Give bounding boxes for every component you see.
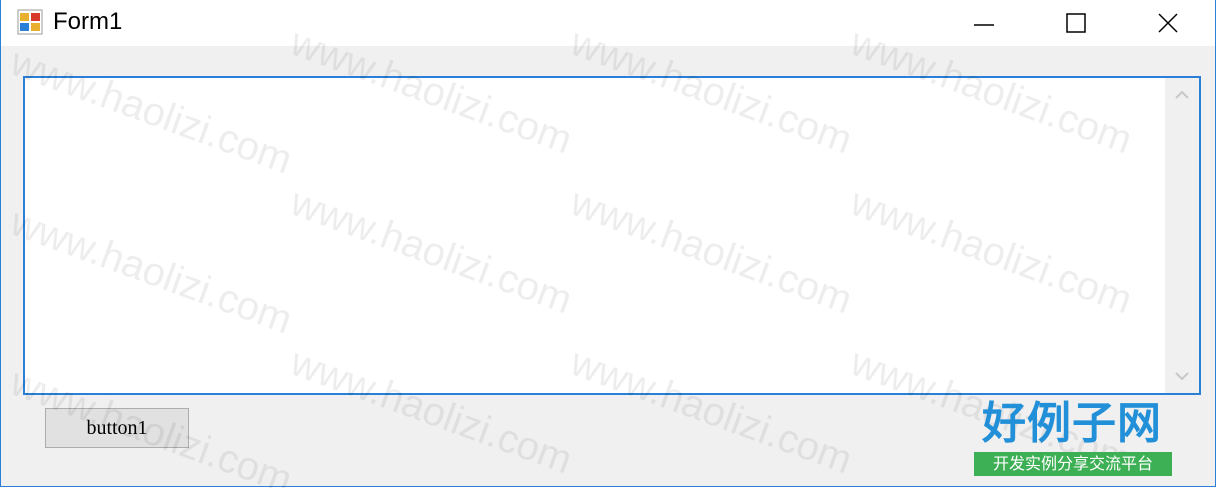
multiline-textbox[interactable]	[23, 76, 1201, 395]
logo-main-text: 好例子网	[982, 398, 1162, 449]
scroll-down-icon[interactable]	[1173, 369, 1191, 383]
minimize-button[interactable]	[961, 0, 1007, 46]
maximize-icon	[1066, 13, 1086, 33]
minimize-icon	[974, 24, 994, 26]
button1[interactable]: button1	[45, 408, 189, 448]
close-icon	[1158, 13, 1178, 33]
logo-sub-text: 开发实例分享交流平台	[974, 452, 1172, 476]
window-title: Form1	[53, 8, 123, 35]
scroll-up-icon[interactable]	[1173, 88, 1191, 102]
title-bar[interactable]: Form1	[1, 0, 1215, 46]
vertical-scrollbar[interactable]	[1165, 78, 1199, 393]
close-button[interactable]	[1145, 0, 1191, 46]
site-logo: 好例子网 开发实例分享交流平台	[972, 398, 1172, 478]
app-icon	[17, 9, 43, 35]
maximize-button[interactable]	[1053, 0, 1099, 46]
